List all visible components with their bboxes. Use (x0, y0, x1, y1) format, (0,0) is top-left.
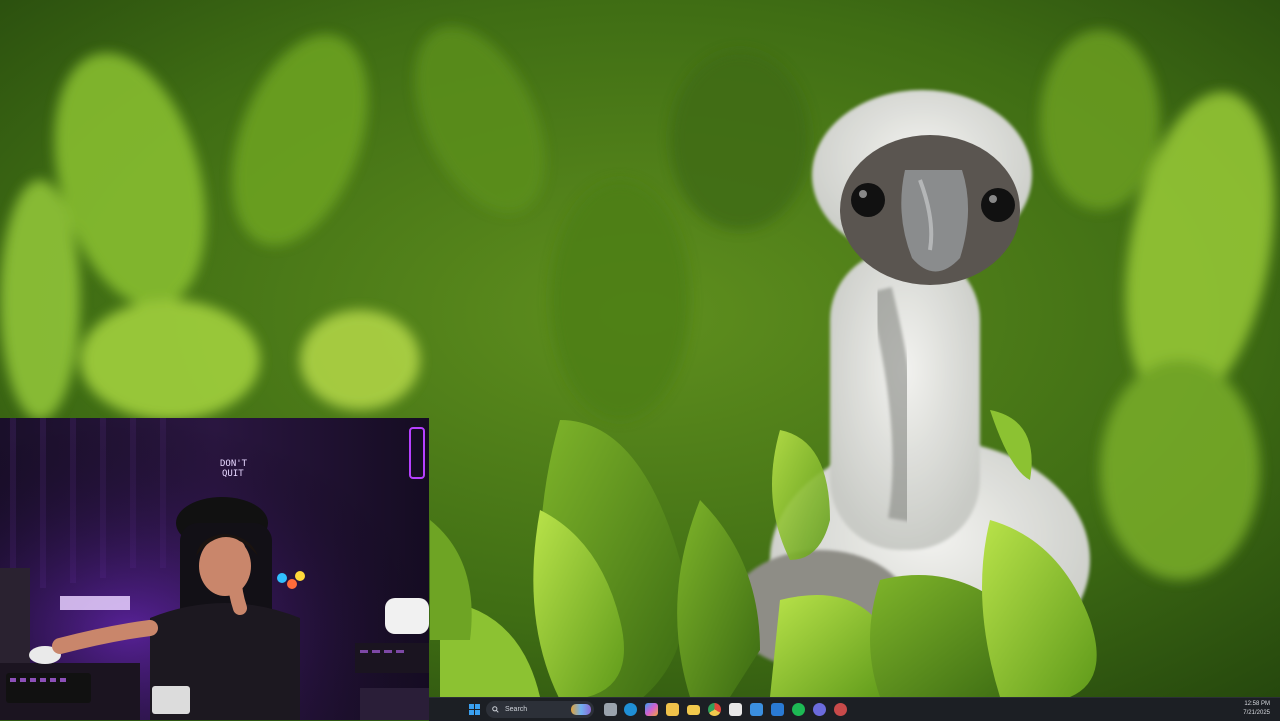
taskbar-app-calendar[interactable] (727, 701, 744, 718)
discord-icon (813, 703, 826, 716)
calendar-icon (729, 703, 742, 716)
neon-sign: DON'T (220, 459, 248, 469)
webcam-overlay: DON'T QUIT (0, 418, 429, 720)
start-button[interactable] (466, 701, 483, 718)
chrome-icon (708, 703, 721, 716)
taskbar-app-photos[interactable] (664, 701, 681, 718)
store-icon (750, 703, 763, 716)
taskbar-app-copilot[interactable] (643, 701, 660, 718)
search-icon (492, 706, 499, 713)
system-clock[interactable]: 12:58 PM 7/21/2025 (1243, 700, 1270, 718)
taskbar-app-outlook[interactable] (769, 701, 786, 718)
search-box[interactable]: Search (486, 701, 594, 718)
taskbar-app-file-explorer[interactable] (685, 701, 702, 718)
taskbar-app-spotify[interactable] (790, 701, 807, 718)
windows-icon (469, 704, 480, 715)
spotify-icon (792, 703, 805, 716)
taskbar-app-microsoft-store[interactable] (748, 701, 765, 718)
clock-time: 12:58 PM (1244, 701, 1270, 707)
webcam-scene: DON'T QUIT (0, 418, 429, 720)
taskbar-app-edge[interactable] (622, 701, 639, 718)
folder-icon (687, 704, 700, 715)
taskbar-app-discord[interactable] (811, 701, 828, 718)
edge-icon (624, 703, 637, 716)
photos-icon (666, 703, 679, 716)
browser-icon (834, 703, 847, 716)
clock-date: 7/21/2025 (1243, 710, 1270, 716)
svg-text:QUIT: QUIT (222, 469, 244, 479)
task-view-icon (604, 703, 617, 716)
search-highlight-icon (571, 704, 591, 715)
copilot-icon (645, 703, 658, 716)
outlook-icon (771, 703, 784, 716)
taskbar-app-browser[interactable] (832, 701, 849, 718)
taskbar-app-task-view[interactable] (602, 701, 619, 718)
taskbar: Search 12:58 PM 7/21/2025 (429, 697, 1280, 721)
search-placeholder: Search (505, 706, 528, 713)
taskbar-app-chrome[interactable] (706, 701, 723, 718)
